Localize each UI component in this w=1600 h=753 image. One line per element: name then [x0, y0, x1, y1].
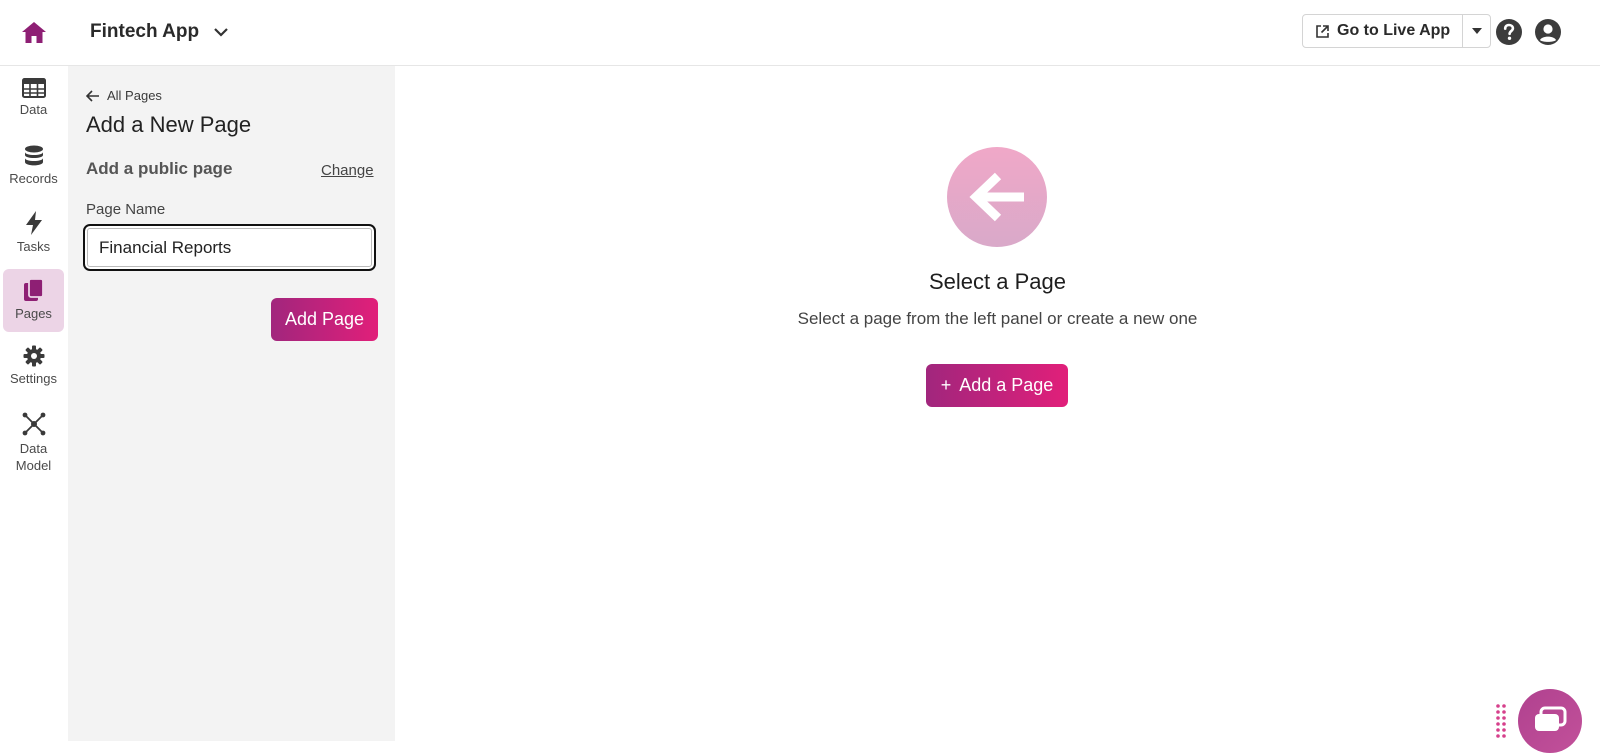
rail-item-label: Pages — [15, 306, 52, 321]
rail-item-label: Tasks — [16, 239, 51, 254]
chevron-down-icon — [214, 28, 228, 37]
app-name: Fintech App — [90, 21, 200, 42]
app-switcher[interactable]: Fintech App — [90, 16, 229, 48]
main-content: Select a Page Select a page from the lef… — [395, 66, 1600, 741]
live-app-dropdown-toggle[interactable] — [1462, 15, 1490, 47]
page-name-input[interactable] — [83, 224, 376, 271]
external-link-icon — [1316, 24, 1329, 38]
arrow-left-icon — [86, 89, 99, 102]
rail-item-tasks[interactable]: Tasks — [3, 202, 64, 264]
chat-icon — [1535, 706, 1567, 731]
bolt-icon — [25, 211, 42, 235]
select-page-illustration — [947, 147, 1047, 247]
help-icon[interactable] — [1495, 18, 1523, 46]
top-bar: Fintech App Go to Live App — [0, 0, 1600, 66]
rail-item-pages[interactable]: Pages — [3, 269, 64, 332]
back-link-label: All Pages — [107, 88, 162, 103]
plus-icon: + — [940, 375, 952, 395]
rail-item-settings[interactable]: Settings — [3, 336, 64, 398]
page-type-label: Add a public page — [86, 159, 233, 178]
drag-handle-icon[interactable] — [1495, 703, 1507, 741]
rail-item-records[interactable]: Records — [3, 136, 64, 198]
gear-icon — [23, 345, 44, 367]
rail-item-label: Records — [9, 171, 58, 186]
add-a-page-button[interactable]: + Add a Page — [926, 364, 1068, 407]
rail-item-label: Data Model — [15, 441, 52, 473]
go-to-live-app-label: Go to Live App — [1337, 22, 1451, 39]
caret-down-icon — [1471, 28, 1482, 34]
table-icon — [21, 78, 46, 98]
home-icon — [22, 22, 46, 43]
network-icon — [22, 412, 45, 436]
rail-item-data[interactable]: Data — [3, 69, 64, 131]
home-button[interactable] — [18, 17, 50, 47]
rail-item-label: Settings — [10, 371, 57, 386]
empty-state-subtitle: Select a page from the left panel or cre… — [797, 309, 1198, 328]
rail-item-label: Data — [19, 102, 48, 117]
arrow-left-icon — [969, 172, 1024, 222]
chat-launcher-button[interactable] — [1518, 689, 1582, 753]
add-a-page-label: Add a Page — [959, 375, 1054, 395]
rail-item-data-model[interactable]: Data Model — [3, 403, 64, 483]
database-icon — [24, 145, 43, 166]
go-to-live-app-button[interactable]: Go to Live App — [1303, 15, 1462, 47]
user-icon[interactable] — [1534, 18, 1562, 46]
all-pages-back-link[interactable]: All Pages — [86, 88, 162, 103]
add-page-button[interactable]: Add Page — [271, 298, 378, 341]
go-live-group: Go to Live App — [1302, 14, 1492, 48]
add-page-panel: All Pages Add a New Page Add a public pa… — [68, 66, 395, 741]
empty-state-title: Select a Page — [929, 269, 1066, 294]
pages-icon — [23, 278, 44, 301]
panel-title: Add a New Page — [86, 112, 252, 137]
page-name-label: Page Name — [86, 201, 166, 218]
change-page-type-link[interactable]: Change — [321, 162, 374, 179]
left-nav-rail: Data Records Tasks Pages Settings Data M… — [0, 66, 68, 741]
